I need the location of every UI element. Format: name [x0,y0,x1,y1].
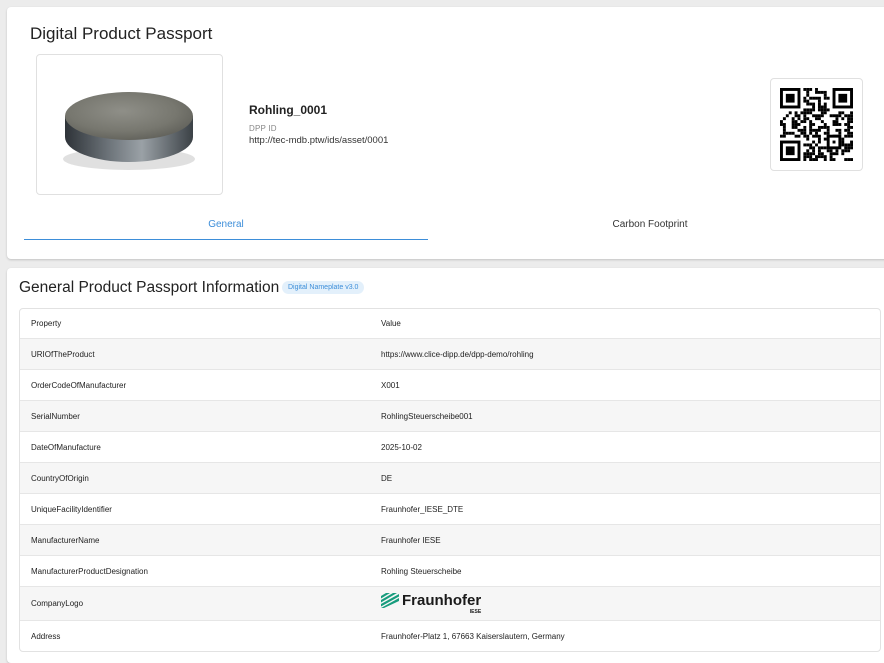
general-info-card: General Product Passport Information Dig… [7,268,884,663]
row-property: URIOfTheProduct [31,349,95,359]
company-logo: Fraunhofer IESE [381,591,880,615]
row-value: RohlingSteuerscheibe001 [381,411,473,421]
table-row: OrderCodeOfManufacturer X001 [20,370,880,401]
table-row: URIOfTheProduct https://www.clice-dipp.d… [20,339,880,370]
row-property: ManufacturerProductDesignation [31,566,148,576]
row-value: Fraunhofer_IESE_DTE [381,504,464,514]
row-property: ManufacturerName [31,535,100,545]
table-row: CompanyLogo Fraunhofer IESE [20,587,880,621]
row-value: 2025-10-02 [381,442,422,452]
product-disc-image [63,92,195,170]
table-row: SerialNumber RohlingSteuerscheibe001 [20,401,880,432]
column-header-property: Property [31,319,62,328]
nameplate-version-badge: Digital Nameplate v3.0 [282,281,365,294]
page-title: Digital Product Passport [30,24,213,43]
row-value: Rohling Steuerscheibe [381,566,462,576]
row-property: OrderCodeOfManufacturer [31,380,127,390]
row-value: X001 [381,380,400,390]
product-image [36,54,223,195]
row-property: UniqueFacilityIdentifier [31,504,112,514]
active-tab-indicator [24,239,428,240]
passport-header-card: Digital Product Passport Rohling_0001 DP… [7,7,884,259]
passport-table: Property Value URIOfTheProduct https://w… [19,308,881,652]
row-value: Fraunhofer IESE [381,535,441,545]
qr-code-icon [780,88,853,161]
table-row: ManufacturerProductDesignation Rohling S… [20,556,880,587]
logo-text: Fraunhofer [402,591,482,609]
dpp-id-value: http://tec-mdb.ptw/ids/asset/0001 [249,135,389,146]
table-header-row: Property Value [20,309,880,339]
table-row: DateOfManufacture 2025-10-02 [20,432,880,463]
table-row: ManufacturerName Fraunhofer IESE [20,525,880,556]
row-property: SerialNumber [31,411,80,421]
column-header-value: Value [381,319,401,328]
dpp-id-label: DPP ID [249,124,277,133]
section-title: General Product Passport Information [19,279,280,296]
tab-general[interactable]: General [24,219,428,230]
row-property: CompanyLogo [31,599,84,608]
row-value: DE [381,473,393,483]
row-value: https://www.clice-dipp.de/dpp-demo/rohli… [381,349,534,359]
row-property: DateOfManufacture [31,442,101,452]
product-name: Rohling_0001 [249,103,328,117]
table-row: Address Fraunhofer-Platz 1, 67663 Kaiser… [20,621,880,651]
logo-subtext: IESE [469,608,482,615]
table-row: CountryOfOrigin DE [20,463,880,494]
tab-carbon-footprint[interactable]: Carbon Footprint [428,219,872,230]
row-property: Address [31,631,61,641]
row-value: Fraunhofer-Platz 1, 67663 Kaiserslautern… [381,631,565,641]
fraunhofer-logo-mark-icon [381,592,399,608]
qr-code-box[interactable] [770,78,863,171]
table-row: UniqueFacilityIdentifier Fraunhofer_IESE… [20,494,880,525]
row-property: CountryOfOrigin [31,473,89,483]
